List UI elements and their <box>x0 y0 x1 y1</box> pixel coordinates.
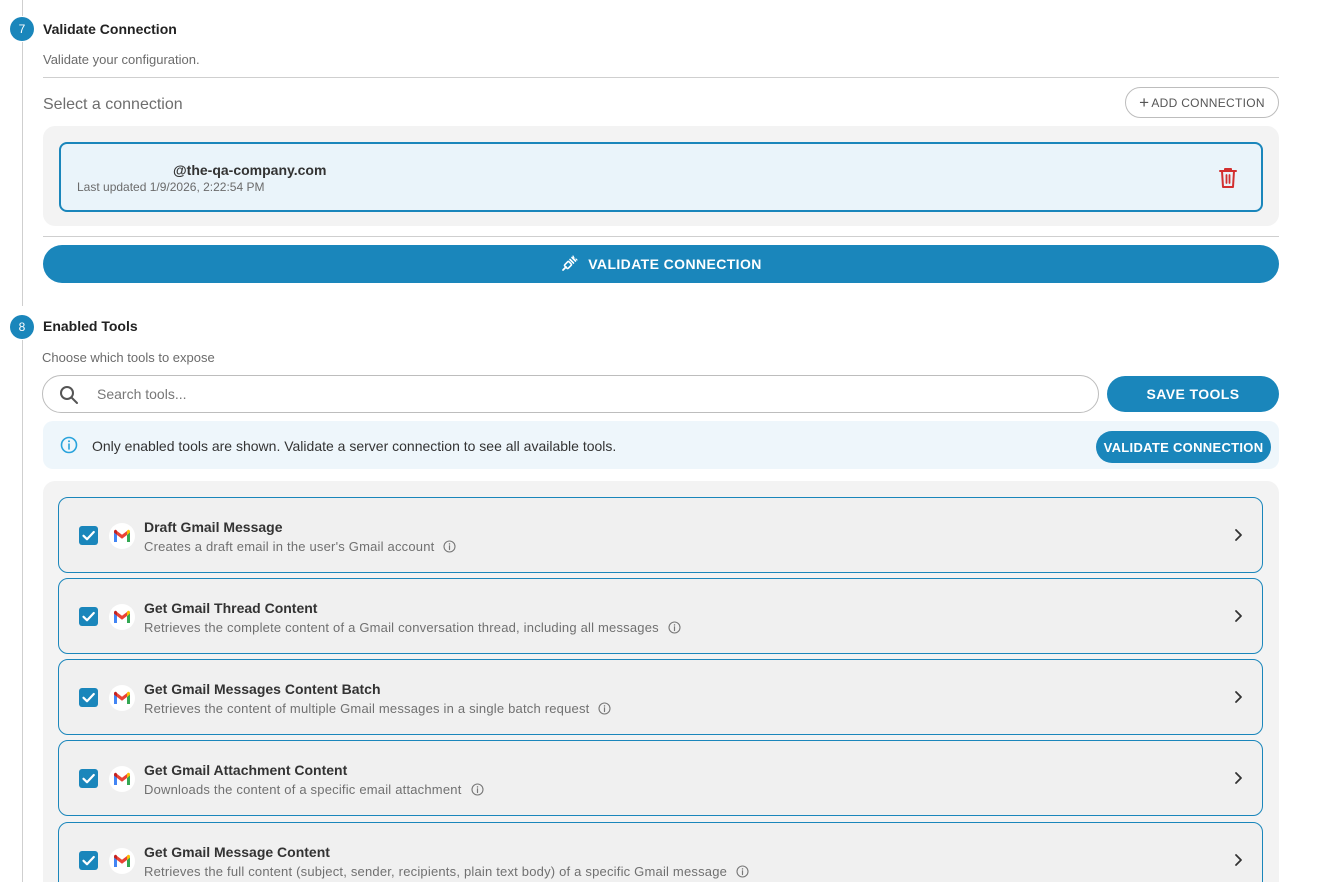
tool-description: Retrieves the complete content of a Gmai… <box>144 620 659 635</box>
tool-description-row: Retrieves the content of multiple Gmail … <box>144 701 612 716</box>
tool-description: Downloads the content of a specific emai… <box>144 782 462 797</box>
validate-connection-label: VALIDATE CONNECTION <box>588 256 762 272</box>
validate-connection-button[interactable]: VALIDATE CONNECTION <box>43 245 1279 283</box>
tool-enabled-checkbox[interactable] <box>79 526 98 545</box>
gmail-logo-icon <box>109 523 135 549</box>
step-subtitle: Validate your configuration. <box>43 52 200 67</box>
gmail-logo-icon <box>109 848 135 874</box>
connection-card[interactable]: @the-qa-company.com Last updated 1/9/202… <box>59 142 1263 212</box>
tool-name: Draft Gmail Message <box>144 519 283 535</box>
info-outline-icon[interactable] <box>470 783 484 796</box>
step-title: Validate Connection <box>43 21 177 37</box>
info-validate-connection-button[interactable]: VALIDATE CONNECTION <box>1096 431 1271 463</box>
info-banner: Only enabled tools are shown. Validate a… <box>43 421 1279 469</box>
connection-email: @the-qa-company.com <box>173 162 327 178</box>
add-connection-label: ADD CONNECTION <box>1151 95 1265 110</box>
step-title: Enabled Tools <box>43 318 138 334</box>
divider <box>43 236 1279 237</box>
search-tools-input[interactable] <box>97 376 1087 412</box>
checkmark-icon <box>82 611 95 622</box>
plug-connect-icon <box>562 255 578 271</box>
chevron-right-icon[interactable] <box>1232 853 1244 867</box>
tool-name: Get Gmail Thread Content <box>144 600 318 616</box>
tool-card[interactable]: Get Gmail Thread Content Retrieves the c… <box>58 578 1263 654</box>
tool-description-row: Creates a draft email in the user's Gmai… <box>144 539 457 554</box>
info-outline-icon[interactable] <box>668 621 681 634</box>
search-tools-field[interactable] <box>42 375 1099 413</box>
timeline-line-step7 <box>22 42 23 306</box>
tool-description: Retrieves the content of multiple Gmail … <box>144 701 590 716</box>
tool-enabled-checkbox[interactable] <box>79 851 98 870</box>
info-icon <box>60 436 78 454</box>
step-subtitle: Choose which tools to expose <box>42 350 215 365</box>
save-tools-button[interactable]: SAVE TOOLS <box>1107 376 1279 412</box>
tool-card[interactable]: Get Gmail Attachment Content Downloads t… <box>58 740 1263 816</box>
tool-card[interactable]: Draft Gmail Message Creates a draft emai… <box>58 497 1263 573</box>
select-connection-label: Select a connection <box>43 96 183 113</box>
delete-connection-button[interactable] <box>1217 166 1239 190</box>
info-outline-icon[interactable] <box>443 540 457 553</box>
add-connection-button[interactable]: + ADD CONNECTION <box>1125 87 1279 118</box>
tool-description-row: Retrieves the complete content of a Gmai… <box>144 620 681 635</box>
gmail-logo-icon <box>109 604 135 630</box>
info-outline-icon[interactable] <box>598 702 612 715</box>
tool-description: Retrieves the full content (subject, sen… <box>144 864 728 879</box>
checkmark-icon <box>82 530 95 541</box>
tool-name: Get Gmail Message Content <box>144 844 330 860</box>
info-outline-icon[interactable] <box>736 865 749 878</box>
trash-icon <box>1219 168 1237 188</box>
divider <box>43 77 1279 78</box>
gmail-logo-icon <box>109 685 135 711</box>
step-number-badge: 7 <box>10 17 34 41</box>
chevron-right-icon[interactable] <box>1232 771 1244 785</box>
search-icon <box>60 386 78 404</box>
tool-enabled-checkbox[interactable] <box>79 688 98 707</box>
connection-last-updated: Last updated 1/9/2026, 2:22:54 PM <box>77 180 265 194</box>
timeline-line-step8 <box>22 340 23 882</box>
step-number-badge: 8 <box>10 315 34 339</box>
chevron-right-icon[interactable] <box>1232 690 1244 704</box>
tool-name: Get Gmail Messages Content Batch <box>144 681 381 697</box>
tool-name: Get Gmail Attachment Content <box>144 762 348 778</box>
checkmark-icon <box>82 773 95 784</box>
timeline-line-top <box>22 0 23 16</box>
tool-description: Creates a draft email in the user's Gmai… <box>144 539 435 554</box>
tool-description-row: Downloads the content of a specific emai… <box>144 782 484 797</box>
tool-enabled-checkbox[interactable] <box>79 769 98 788</box>
info-text: Only enabled tools are shown. Validate a… <box>92 438 617 454</box>
tool-card[interactable]: Get Gmail Messages Content Batch Retriev… <box>58 659 1263 735</box>
tool-enabled-checkbox[interactable] <box>79 607 98 626</box>
chevron-right-icon[interactable] <box>1232 609 1244 623</box>
chevron-right-icon[interactable] <box>1232 528 1244 542</box>
tool-card[interactable]: Get Gmail Message Content Retrieves the … <box>58 822 1263 882</box>
checkmark-icon <box>82 692 95 703</box>
checkmark-icon <box>82 855 95 866</box>
plus-icon: + <box>1139 93 1150 112</box>
gmail-logo-icon <box>109 766 135 792</box>
tool-description-row: Retrieves the full content (subject, sen… <box>144 864 749 879</box>
